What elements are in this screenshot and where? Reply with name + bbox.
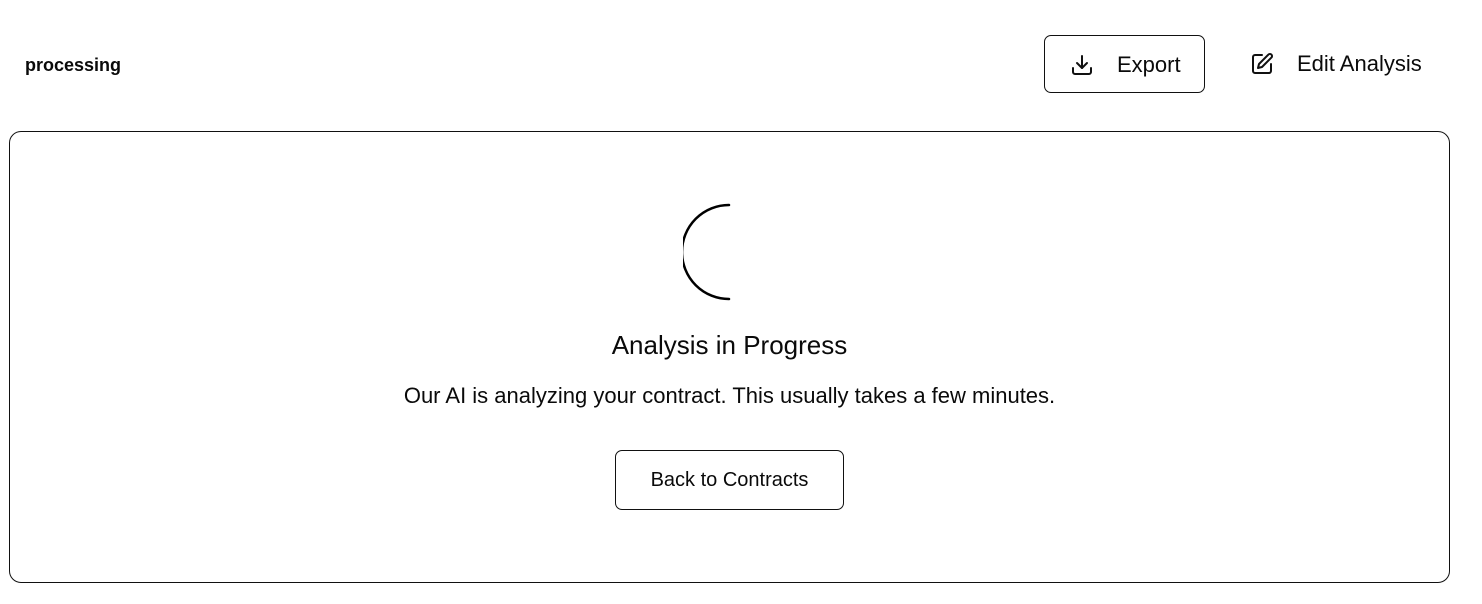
export-button-label: Export xyxy=(1117,52,1181,77)
analysis-progress-card: Analysis in Progress Our AI is analyzing… xyxy=(9,131,1450,583)
export-button[interactable]: Export xyxy=(1044,35,1205,93)
back-to-contracts-button[interactable]: Back to Contracts xyxy=(615,450,844,510)
page-header: processing Export Edit Analysis xyxy=(0,0,1482,130)
status-text: processing xyxy=(25,55,122,75)
edit-analysis-label: Edit Analysis xyxy=(1297,51,1422,76)
edit-analysis-button[interactable]: Edit Analysis xyxy=(1236,35,1442,93)
edit-icon xyxy=(1250,52,1274,76)
loading-spinner-icon xyxy=(680,203,781,301)
progress-title: Analysis in Progress xyxy=(611,330,848,360)
progress-description: Our AI is analyzing your contract. This … xyxy=(403,383,1056,408)
download-icon xyxy=(1070,53,1094,77)
